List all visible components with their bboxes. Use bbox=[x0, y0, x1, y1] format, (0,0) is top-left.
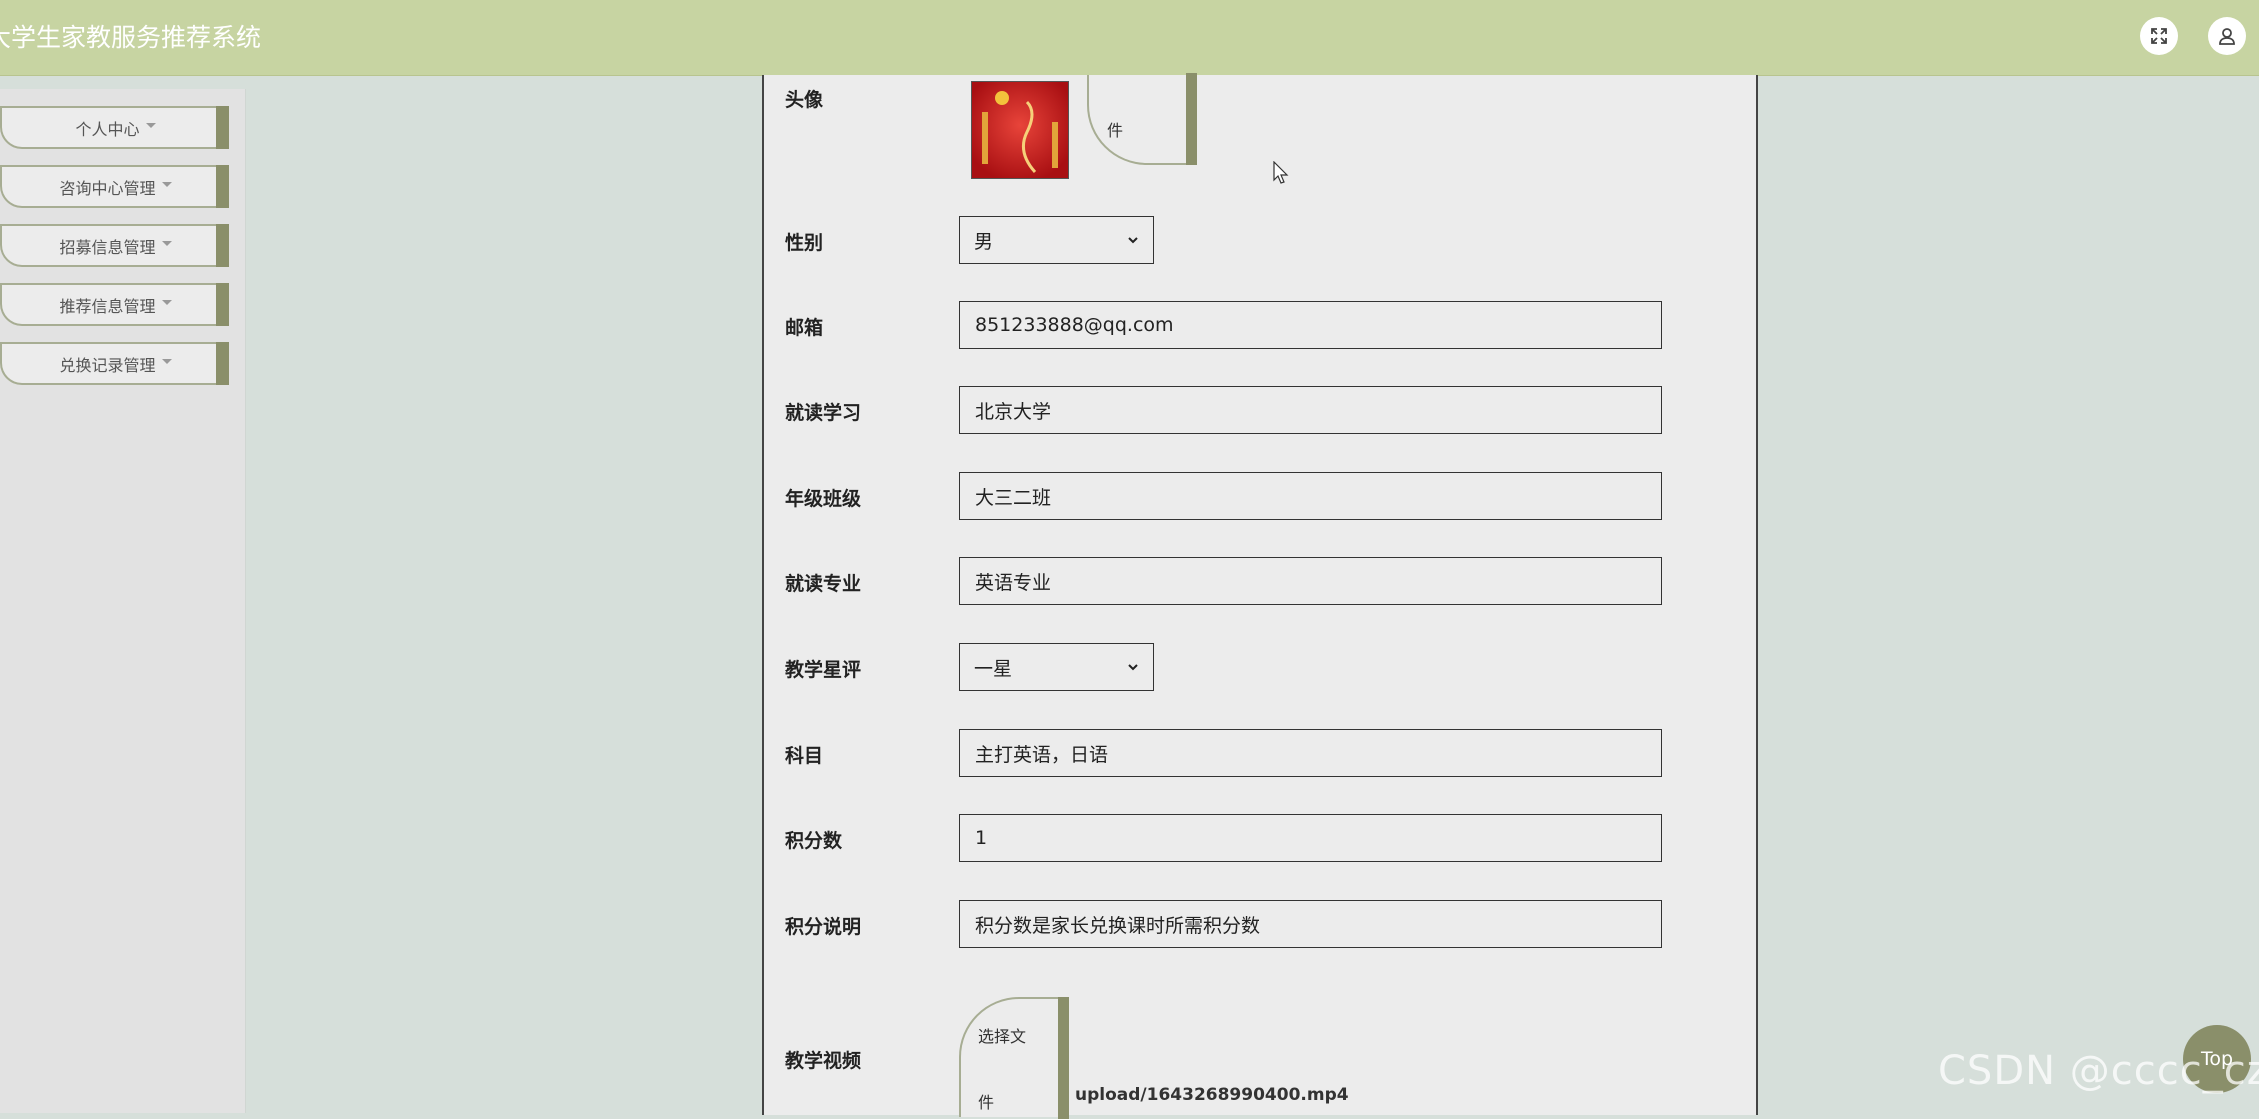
sidebar-item-exchange-management[interactable]: 兑换记录管理 bbox=[0, 342, 229, 385]
watermark: CSDN @cccc_cz bbox=[1938, 1048, 2259, 1094]
caret-down-icon bbox=[161, 241, 172, 246]
sidebar-item-recruit-management[interactable]: 招募信息管理 bbox=[0, 224, 229, 267]
fullscreen-icon[interactable] bbox=[2140, 17, 2178, 55]
sidebar-item-label: 个人中心 bbox=[75, 119, 140, 139]
mouse-cursor-icon bbox=[1273, 161, 1289, 184]
chevron-down-icon bbox=[1128, 664, 1138, 671]
subject-field[interactable] bbox=[959, 729, 1662, 777]
gender-select-value: 男 bbox=[974, 230, 994, 253]
chevron-down-icon bbox=[1128, 237, 1138, 244]
sidebar-item-personal-center[interactable]: 个人中心 bbox=[0, 106, 229, 149]
email-label: 邮箱 bbox=[785, 317, 824, 339]
grade-class-field[interactable] bbox=[959, 472, 1662, 520]
sidebar-item-recommend-management[interactable]: 推荐信息管理 bbox=[0, 283, 229, 326]
video-file-name: upload/1643268990400.mp4 bbox=[1075, 1085, 1349, 1105]
gender-label: 性别 bbox=[785, 232, 824, 254]
caret-down-icon bbox=[161, 182, 172, 187]
gender-select[interactable]: 男 bbox=[959, 216, 1154, 264]
caret-down-icon bbox=[145, 123, 156, 128]
rating-label: 教学星评 bbox=[785, 659, 862, 681]
school-label: 就读学习 bbox=[785, 402, 862, 424]
avatar-file-button-label: 件 bbox=[1107, 121, 1124, 140]
points-label: 积分数 bbox=[785, 830, 843, 852]
major-label: 就读专业 bbox=[785, 573, 862, 595]
major-field[interactable] bbox=[959, 557, 1662, 605]
school-field[interactable] bbox=[959, 386, 1662, 434]
sidebar-item-label: 招募信息管理 bbox=[59, 237, 156, 257]
sidebar-item-label: 兑换记录管理 bbox=[59, 355, 156, 375]
email-field[interactable] bbox=[959, 301, 1662, 349]
rating-select-value: 一星 bbox=[974, 657, 1013, 680]
grade-class-label: 年级班级 bbox=[785, 488, 862, 510]
video-file-button[interactable]: 选择文 件 bbox=[959, 997, 1069, 1119]
subject-label: 科目 bbox=[785, 745, 824, 767]
points-desc-label: 积分说明 bbox=[785, 916, 862, 938]
sidebar-item-label: 咨询中心管理 bbox=[59, 178, 156, 198]
points-desc-field[interactable] bbox=[959, 900, 1662, 948]
avatar-image bbox=[971, 81, 1069, 179]
user-icon[interactable] bbox=[2208, 17, 2246, 55]
app-title: 大学生家教服务推荐系统 bbox=[0, 23, 262, 52]
video-label: 教学视频 bbox=[785, 1050, 862, 1072]
rating-select[interactable]: 一星 bbox=[959, 643, 1154, 691]
avatar-label: 头像 bbox=[785, 89, 824, 111]
video-file-button-line1: 选择文 bbox=[978, 1027, 1027, 1046]
sidebar-item-label: 推荐信息管理 bbox=[59, 296, 156, 316]
caret-down-icon bbox=[161, 300, 172, 305]
sidebar-item-consult-management[interactable]: 咨询中心管理 bbox=[0, 165, 229, 208]
points-field[interactable] bbox=[959, 814, 1662, 862]
caret-down-icon bbox=[161, 359, 172, 364]
video-file-button-line2: 件 bbox=[978, 1093, 995, 1112]
top-bar: 大学生家教服务推荐系统 bbox=[0, 0, 2259, 76]
